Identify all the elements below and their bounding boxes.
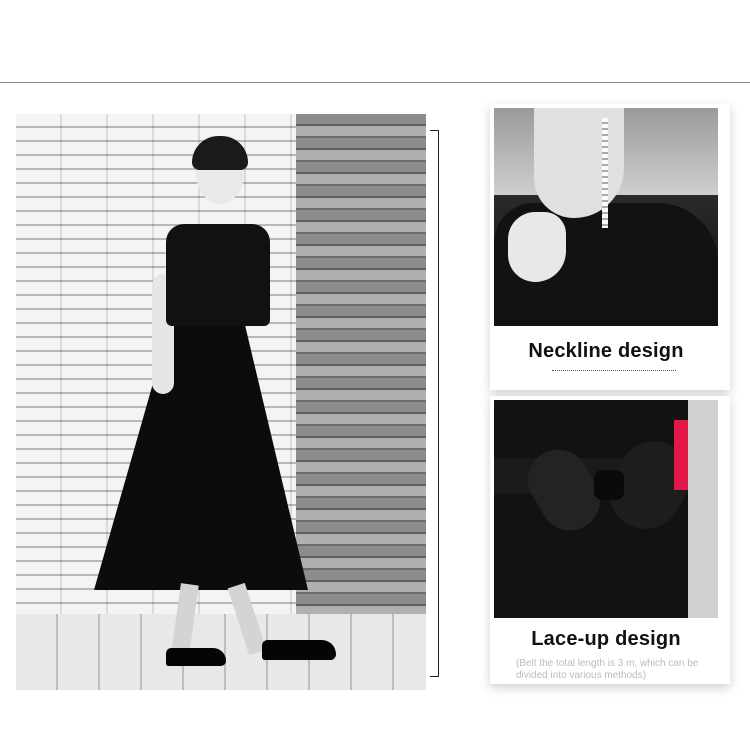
frame-tick (430, 130, 439, 131)
frame-tick (430, 676, 439, 677)
pink-accent (674, 420, 688, 490)
neckline-photo (494, 108, 718, 326)
frame-line (438, 130, 439, 676)
tassel-earring (602, 118, 608, 228)
main-model-photo (16, 114, 426, 690)
bow-knot (594, 470, 624, 500)
hand (508, 212, 566, 282)
heel-shoe (166, 648, 226, 666)
divider-line (0, 82, 750, 83)
card-title: Lace-up design (531, 628, 681, 650)
card-title: Neckline design (528, 340, 684, 362)
neck (534, 108, 624, 218)
dress-top (166, 224, 270, 326)
arm (688, 400, 718, 618)
lace-up-photo (494, 400, 718, 618)
dotted-underline (552, 370, 676, 371)
heel-shoe (262, 640, 336, 660)
card-note: (Belt the total length is 3 m, which can… (516, 658, 699, 681)
neckline-card: Neckline design (490, 104, 730, 390)
lace-up-card: Lace-up design (Belt the total length is… (490, 396, 730, 684)
brick-wall-dark (296, 114, 426, 690)
